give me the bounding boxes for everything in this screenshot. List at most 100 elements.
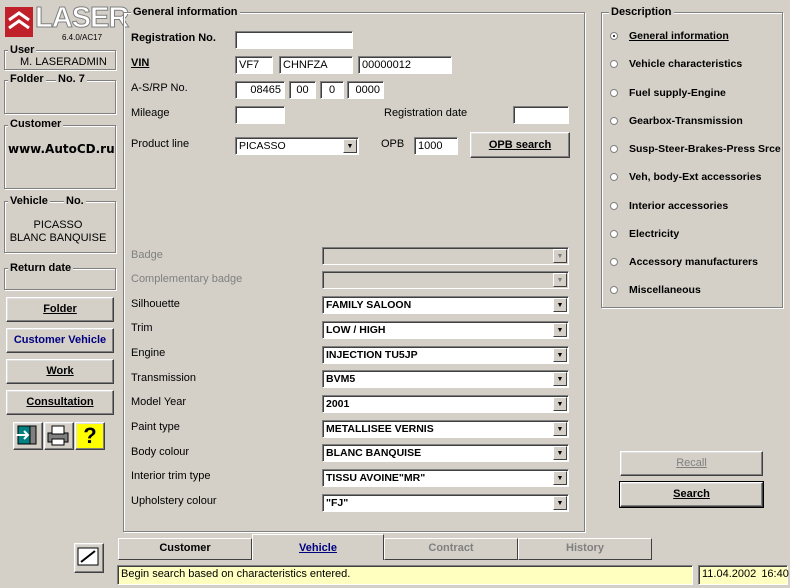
body-colour-select[interactable]: BLANC BANQUISE ▼ <box>322 444 569 462</box>
folder-group <box>4 80 116 114</box>
chevron-down-icon[interactable]: ▼ <box>553 348 567 362</box>
vehicle-no: No. <box>64 195 86 207</box>
opb-search-label: OPB search <box>488 139 552 151</box>
return-date-label: Return date <box>8 262 74 274</box>
transmission-select[interactable]: BVM5 ▼ <box>322 370 569 388</box>
logo-text: LASER <box>34 2 129 35</box>
interior-trim-type-label: Interior trim type <box>131 470 211 482</box>
asrp-2-input[interactable]: 00 <box>289 81 316 99</box>
notepad-icon[interactable] <box>74 543 104 573</box>
radio-dot-icon <box>610 32 618 40</box>
folder-no: No. 7 <box>56 73 87 85</box>
interior-trim-type-value: TISSU AVOINE"MR" <box>326 472 426 484</box>
status-time: 16:40 <box>761 568 789 580</box>
registration-date-input[interactable] <box>513 106 569 124</box>
logo: LASER 6.4.0/AC17 <box>4 2 130 42</box>
silhouette-label: Silhouette <box>131 298 180 310</box>
chevron-down-icon[interactable]: ▼ <box>553 422 567 436</box>
upholstery-colour-select[interactable]: "FJ" ▼ <box>322 494 569 512</box>
radio-dot-icon <box>610 89 618 97</box>
product-line-value: PICASSO <box>239 140 286 152</box>
consultation-button-label: Consultation <box>26 396 94 408</box>
silhouette-value: FAMILY SALOON <box>326 299 412 311</box>
paint-type-select[interactable]: METALLISEE VERNIS ▼ <box>322 420 569 438</box>
opb-input[interactable]: 1000 <box>414 137 458 155</box>
chevron-down-icon[interactable]: ▼ <box>553 249 567 263</box>
customer-label: Customer <box>8 118 64 130</box>
complementary-badge-select[interactable]: ▼ <box>322 271 569 289</box>
chevron-down-icon[interactable]: ▼ <box>553 323 567 337</box>
radio-dot-icon <box>610 145 618 153</box>
chevron-down-icon[interactable]: ▼ <box>553 298 567 312</box>
vin-wmi-input[interactable]: VF7 <box>235 56 273 74</box>
trim-label: Trim <box>131 322 153 334</box>
chevron-down-icon[interactable]: ▼ <box>343 139 357 153</box>
folder-button[interactable]: Folder <box>6 297 114 322</box>
radio-vehicle-characteristics-label: Vehicle characteristics <box>629 58 743 70</box>
vin-serial-input[interactable]: 00000012 <box>358 56 452 74</box>
consultation-button[interactable]: Consultation <box>6 390 114 415</box>
radio-dot-icon <box>610 60 618 68</box>
vin-vds-input[interactable]: CHNFZA <box>279 56 353 74</box>
help-icon[interactable]: ? <box>75 422 105 450</box>
citroen-chevron-icon <box>5 7 33 37</box>
tab-contract[interactable]: Contract <box>384 538 518 560</box>
transmission-value: BVM5 <box>326 373 356 385</box>
registration-label: Registration No. <box>131 32 216 44</box>
engine-label: Engine <box>131 347 166 359</box>
mileage-label: Mileage <box>131 107 170 119</box>
user-value: M. LASERADMIN <box>20 56 107 68</box>
chevron-down-icon[interactable]: ▼ <box>553 397 567 411</box>
interior-trim-type-select[interactable]: TISSU AVOINE"MR" ▼ <box>322 469 569 487</box>
radio-dot-icon <box>610 202 618 210</box>
radio-dot-icon <box>610 230 618 238</box>
product-line-label: Product line <box>131 138 190 150</box>
general-info-title: General information <box>131 6 240 18</box>
badge-select[interactable]: ▼ <box>322 247 569 265</box>
print-icon[interactable] <box>44 422 74 450</box>
engine-select[interactable]: INJECTION TU5JP ▼ <box>322 346 569 364</box>
silhouette-select[interactable]: FAMILY SALOON ▼ <box>322 296 569 314</box>
tab-customer[interactable]: Customer <box>118 538 252 560</box>
description-radio-list: General information Vehicle characterist… <box>602 28 782 308</box>
customer-vehicle-button[interactable]: Customer Vehicle <box>6 328 114 353</box>
chevron-down-icon[interactable]: ▼ <box>553 446 567 460</box>
paint-type-label: Paint type <box>131 421 180 433</box>
tab-vehicle[interactable]: Vehicle <box>252 534 384 560</box>
radio-dot-icon <box>610 286 618 294</box>
asrp-label: A-S/RP No. <box>131 82 188 94</box>
body-colour-label: Body colour <box>131 446 190 458</box>
trim-value: LOW / HIGH <box>326 324 386 336</box>
mileage-input[interactable] <box>235 106 285 124</box>
product-line-select[interactable]: PICASSO ▼ <box>235 137 359 155</box>
description-title: Description <box>609 6 674 18</box>
version-text: 6.4.0/AC17 <box>62 33 103 42</box>
trim-select[interactable]: LOW / HIGH ▼ <box>322 321 569 339</box>
chevron-down-icon[interactable]: ▼ <box>553 496 567 510</box>
radio-fuel-supply-engine-label: Fuel supply-Engine <box>629 87 726 99</box>
radio-dot-icon <box>610 117 618 125</box>
tab-history[interactable]: History <box>518 538 652 560</box>
registration-input[interactable] <box>235 31 353 49</box>
radio-miscellaneous-label: Miscellaneous <box>629 284 701 296</box>
customer-group <box>4 125 116 189</box>
model-year-select[interactable]: 2001 ▼ <box>322 395 569 413</box>
work-button[interactable]: Work <box>6 359 114 384</box>
exit-icon[interactable] <box>13 422 43 450</box>
asrp-1-input[interactable]: 08465 <box>235 81 285 99</box>
radio-dot-icon <box>610 258 618 266</box>
complementary-badge-label: Complementary badge <box>131 273 243 285</box>
upholstery-colour-label: Upholstery colour <box>131 495 217 507</box>
asrp-3-input[interactable]: 0 <box>320 81 344 99</box>
chevron-down-icon[interactable]: ▼ <box>553 471 567 485</box>
chevron-down-icon[interactable]: ▼ <box>553 273 567 287</box>
opb-search-button[interactable]: OPB search <box>470 132 570 158</box>
search-button[interactable]: Search <box>619 481 764 508</box>
upholstery-colour-value: "FJ" <box>326 497 349 509</box>
asrp-4-input[interactable]: 0000 <box>347 81 384 99</box>
vehicle-colour: BLANC BANQUISE <box>9 232 107 244</box>
vehicle-label: Vehicle <box>8 195 50 207</box>
transmission-label: Transmission <box>131 372 196 384</box>
recall-button[interactable]: Recall <box>620 451 763 476</box>
chevron-down-icon[interactable]: ▼ <box>553 372 567 386</box>
